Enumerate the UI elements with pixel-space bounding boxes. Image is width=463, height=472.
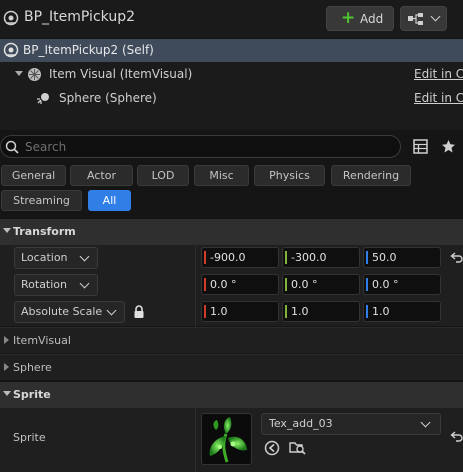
blueprint-header: BP_ItemPickup2 + Add: [0, 0, 463, 38]
expand-arrow-icon[interactable]: [15, 71, 23, 76]
filter-tab-all[interactable]: All: [88, 190, 131, 211]
scene-component-icon: [28, 68, 41, 81]
x-axis-marker: [204, 251, 206, 264]
actor-icon: [3, 42, 19, 58]
y-axis-marker: [285, 278, 287, 291]
scale-z-value: 1.0: [372, 305, 390, 318]
expand-arrow-icon: [4, 336, 9, 344]
rotation-y-value: 0.0 °: [291, 278, 318, 291]
x-axis-marker: [204, 278, 206, 291]
plus-icon: +: [341, 8, 356, 28]
filter-tab-general[interactable]: General: [1, 165, 66, 186]
sprite-property-label: Sprite: [13, 431, 46, 444]
rotation-mode-dropdown[interactable]: Rotation: [14, 274, 98, 296]
location-row: Location -900.0 -300.0 50.0: [0, 245, 463, 272]
chevron-down-icon: [79, 278, 90, 289]
chevron-down-icon: [420, 417, 431, 428]
rotation-z-field[interactable]: 0.0 °: [363, 274, 441, 295]
filter-tab-rendering[interactable]: Rendering: [331, 165, 411, 186]
rotation-y-field[interactable]: 0.0 °: [282, 274, 360, 295]
component-self-label: BP_ItemPickup2 (Self): [23, 43, 154, 57]
lock-icon[interactable]: [133, 305, 145, 319]
edit-in-cpp-link[interactable]: Edit in C++: [414, 91, 463, 105]
browse-asset-icon[interactable]: [289, 439, 307, 456]
chevron-down-icon: [430, 11, 441, 22]
component-item-visual[interactable]: Item Visual (ItemVisual) Edit in C++: [0, 62, 463, 86]
search-input[interactable]: [25, 138, 385, 155]
reset-to-default-icon[interactable]: [450, 430, 463, 443]
x-axis-marker: [204, 305, 206, 318]
search-icon: [5, 140, 19, 154]
location-z-field[interactable]: 50.0: [363, 247, 441, 268]
blueprint-title: BP_ItemPickup2: [24, 9, 135, 25]
category-title: ItemVisual: [13, 334, 71, 347]
component-label: Sphere (Sphere): [59, 91, 157, 105]
blueprint-options-icon: [408, 13, 423, 25]
category-title: Sprite: [13, 388, 51, 401]
details-search[interactable]: [0, 135, 401, 158]
y-axis-marker: [285, 251, 287, 264]
rotation-x-value: 0.0 °: [210, 278, 237, 291]
sprite-asset-name: Tex_add_03: [269, 417, 333, 430]
location-y-field[interactable]: -300.0: [282, 247, 360, 268]
use-selected-asset-icon[interactable]: [264, 440, 280, 456]
component-self-row[interactable]: BP_ItemPickup2 (Self): [0, 39, 463, 62]
z-axis-marker: [366, 305, 368, 318]
filter-tab-physics[interactable]: Physics: [254, 165, 325, 186]
favorites-star-icon[interactable]: [441, 139, 456, 154]
sprite-thumbnail[interactable]: [201, 413, 252, 465]
expand-arrow-icon: [4, 363, 9, 371]
location-x-value: -900.0: [210, 251, 246, 264]
location-x-field[interactable]: -900.0: [201, 247, 279, 268]
scale-x-value: 1.0: [210, 305, 228, 318]
filter-tab-streaming[interactable]: Streaming: [1, 190, 82, 211]
sprite-category[interactable]: Sprite: [0, 382, 463, 408]
scale-label: Absolute Scale: [21, 305, 103, 318]
location-mode-dropdown[interactable]: Location: [14, 247, 98, 269]
sphere-collision-icon: [37, 93, 49, 104]
scale-y-field[interactable]: 1.0: [282, 301, 360, 322]
column-divider[interactable]: [195, 408, 196, 472]
chevron-down-icon: [79, 251, 90, 262]
category-title: Sphere: [13, 361, 52, 374]
scale-y-value: 1.0: [291, 305, 309, 318]
property-matrix-icon[interactable]: [413, 139, 428, 154]
chevron-down-icon: [106, 305, 117, 316]
sprite-property-row: Sprite Tex_add_03: [0, 408, 463, 472]
scale-z-field[interactable]: 1.0: [363, 301, 441, 322]
z-axis-marker: [366, 278, 368, 291]
sprite-asset-dropdown[interactable]: Tex_add_03: [261, 413, 441, 435]
transform-category[interactable]: Transform: [0, 219, 463, 245]
filter-tab-misc[interactable]: Misc: [194, 165, 249, 186]
component-label: Item Visual (ItemVisual): [49, 67, 193, 81]
y-axis-marker: [285, 305, 287, 318]
scale-x-field[interactable]: 1.0: [201, 301, 279, 322]
collapse-arrow-icon: [3, 391, 11, 396]
actor-icon: [3, 10, 19, 26]
collapse-arrow-icon: [3, 228, 11, 233]
sphere-category[interactable]: Sphere: [0, 354, 463, 380]
category-title: Transform: [13, 225, 76, 238]
scale-row: Absolute Scale 1.0 1.0 1.0: [0, 299, 463, 326]
rotation-row: Rotation 0.0 ° 0.0 ° 0.0 °: [0, 272, 463, 299]
rotation-x-field[interactable]: 0.0 °: [201, 274, 279, 295]
add-button-label: Add: [360, 12, 384, 26]
rotation-z-value: 0.0 °: [372, 278, 399, 291]
location-label: Location: [21, 251, 68, 264]
reset-to-default-icon[interactable]: [450, 251, 463, 264]
filter-tab-actor[interactable]: Actor: [70, 165, 133, 186]
column-divider[interactable]: [195, 245, 196, 327]
location-y-value: -300.0: [291, 251, 327, 264]
z-axis-marker: [366, 251, 368, 264]
component-sphere[interactable]: Sphere (Sphere) Edit in C++: [0, 86, 463, 110]
filter-tab-lod[interactable]: LOD: [137, 165, 189, 186]
edit-in-cpp-link[interactable]: Edit in C++: [414, 67, 463, 81]
blueprint-options-button[interactable]: [400, 6, 447, 31]
scale-mode-dropdown[interactable]: Absolute Scale: [14, 301, 125, 323]
location-z-value: 50.0: [372, 251, 397, 264]
itemvisual-category[interactable]: ItemVisual: [0, 327, 463, 353]
add-component-button[interactable]: + Add: [326, 6, 394, 31]
rotation-label: Rotation: [21, 278, 68, 291]
leaf-sprite-image: [209, 417, 247, 463]
